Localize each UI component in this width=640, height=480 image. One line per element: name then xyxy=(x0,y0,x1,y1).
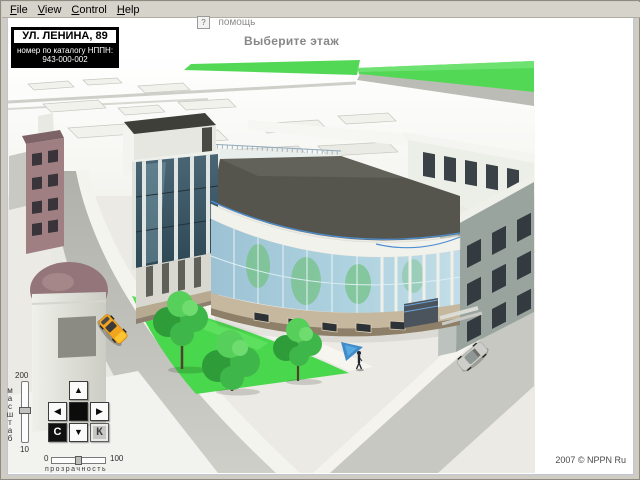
transparency-max-label: 100 xyxy=(110,454,124,463)
pan-left-button[interactable]: ◀ xyxy=(48,402,67,421)
scale-slider-label: м а с ш т а б xyxy=(6,386,14,443)
scale-max-label: 200 xyxy=(15,371,29,380)
transparency-slider-label: прозрачность xyxy=(45,466,108,473)
address-catalog-label: номер по каталогу НППН: xyxy=(16,46,114,55)
pan-down-button[interactable]: ▼ xyxy=(69,423,88,442)
help-label: помощь xyxy=(218,17,256,29)
menu-accel: H xyxy=(116,3,125,16)
menubar: File View Control Help xyxy=(2,2,640,18)
help-question-icon[interactable]: ? xyxy=(197,16,210,30)
c-button[interactable]: C xyxy=(48,423,67,442)
copyright-text: 2007 © NPPN Ru xyxy=(555,455,626,465)
arrow-up-icon: ▲ xyxy=(74,385,83,395)
menu-accel: V xyxy=(37,3,45,16)
menu-accel: F xyxy=(10,3,17,16)
address-title: УЛ. ЛЕНИНА, 89 xyxy=(13,29,117,44)
center-button[interactable] xyxy=(69,402,88,421)
address-catalog-number: 943-000-002 xyxy=(42,55,88,64)
menu-label: iew xyxy=(44,3,62,16)
menu-label: ile xyxy=(16,3,28,16)
help-button[interactable]: ? помощь xyxy=(197,14,255,32)
app-window: File View Control Help УЛ. ЛЕНИНА, 89 но… xyxy=(0,0,640,480)
menu-item-control[interactable]: Control xyxy=(66,4,111,16)
menu-item-view[interactable]: View xyxy=(33,4,67,16)
pan-up-button[interactable]: ▲ xyxy=(69,381,88,400)
glass-tower xyxy=(132,150,220,270)
page-title: Выберите этаж xyxy=(244,34,340,48)
arrow-down-icon: ▼ xyxy=(74,427,83,437)
scale-min-label: 10 xyxy=(20,445,29,454)
menu-label: elp xyxy=(124,3,140,16)
arrow-right-icon: ▶ xyxy=(96,406,103,416)
k-button[interactable]: К xyxy=(90,423,109,442)
menu-label: ontrol xyxy=(79,3,107,16)
menu-item-file[interactable]: File xyxy=(5,4,33,16)
scale-slider-handle[interactable] xyxy=(19,407,31,414)
menu-item-help[interactable]: Help xyxy=(112,4,145,16)
transparency-min-label: 0 xyxy=(44,454,49,463)
arrow-left-icon: ◀ xyxy=(54,406,61,416)
pan-right-button[interactable]: ▶ xyxy=(90,402,109,421)
address-box: УЛ. ЛЕНИНА, 89 номер по каталогу НППН: 9… xyxy=(11,27,119,68)
transparency-slider-handle[interactable] xyxy=(75,456,82,465)
